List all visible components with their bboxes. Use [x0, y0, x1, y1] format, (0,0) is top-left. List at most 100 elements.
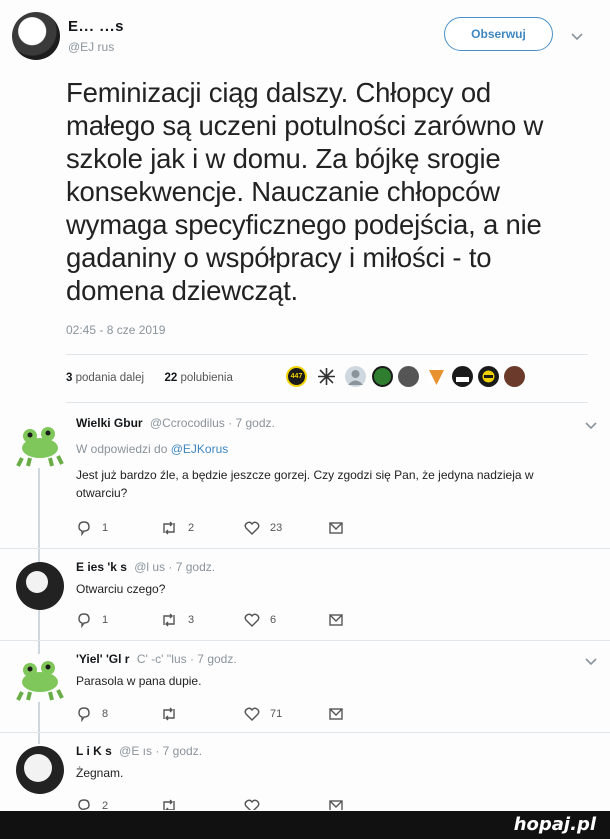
- message-icon: [328, 612, 344, 628]
- like-icon: [244, 612, 260, 628]
- reply-item[interactable]: L i K s @E ıs · 7 godz. Żegnam. 2: [0, 744, 610, 810]
- reply-item[interactable]: Wielki Gbur @Ccrocodilus · 7 godz. W odp…: [0, 416, 610, 546]
- liker-avatar[interactable]: [316, 366, 337, 387]
- bw-avatar[interactable]: [14, 560, 66, 612]
- retweet-button[interactable]: [160, 798, 178, 810]
- liker-avatars: 447: [286, 366, 586, 390]
- message-button[interactable]: [328, 520, 344, 536]
- reply-to-line: W odpowiedzi do @EJKorus: [76, 442, 228, 456]
- liker-avatar[interactable]: [452, 366, 473, 387]
- reply-item[interactable]: E ies 'k s @l us · 7 godz. Otwarciu czeg…: [0, 560, 610, 638]
- chevron-down-icon[interactable]: [584, 418, 598, 432]
- retweet-button[interactable]: [160, 706, 188, 722]
- divider: [66, 354, 588, 355]
- retweet-button[interactable]: 2: [160, 520, 194, 536]
- liker-avatar[interactable]: 447: [286, 366, 307, 387]
- liker-avatar-badge: 447: [290, 373, 303, 380]
- reply-actions: 8 71: [76, 706, 376, 724]
- like-button[interactable]: 23: [244, 520, 282, 536]
- reply-author-name[interactable]: 'Yiel' 'Gl r: [76, 652, 129, 666]
- reply-item[interactable]: 'Yiel' 'Gl r C' -c' ''lus · 7 godz. Para…: [0, 652, 610, 730]
- reply-icon: [76, 798, 92, 810]
- liker-avatar[interactable]: [372, 366, 393, 387]
- like-button[interactable]: 6: [244, 612, 276, 628]
- likes-count[interactable]: 22: [164, 372, 177, 384]
- reply-to-handle-link[interactable]: @EJKorus: [171, 442, 229, 456]
- like-icon: [244, 798, 260, 810]
- message-button[interactable]: [328, 612, 344, 628]
- divider: [0, 548, 610, 549]
- reply-meta[interactable]: C' -c' ''lus · 7 godz.: [137, 652, 237, 666]
- retweet-icon: [160, 520, 178, 536]
- reply-icon: [76, 612, 92, 628]
- divider: [0, 732, 610, 733]
- like-icon: [244, 706, 260, 722]
- reply-icon: [76, 706, 92, 722]
- retweet-icon: [160, 798, 178, 810]
- like-icon: [244, 520, 260, 536]
- watermark-logo: hopaj.pl: [513, 814, 596, 835]
- frog-avatar[interactable]: [14, 652, 66, 704]
- reply-meta[interactable]: @E ıs · 7 godz.: [119, 744, 202, 758]
- reply-author-name[interactable]: L i K s: [76, 744, 112, 758]
- message-button[interactable]: [328, 706, 344, 722]
- reply-actions: 2: [76, 798, 376, 810]
- tweet-timestamp[interactable]: 02:45 - 8 cze 2019: [66, 323, 165, 337]
- reply-count: 1: [102, 614, 109, 626]
- retweet-button[interactable]: 3: [160, 612, 194, 628]
- reply-header: Wielki Gbur @Ccrocodilus · 7 godz.: [76, 416, 275, 430]
- follow-button[interactable]: Obserwuj: [444, 17, 553, 51]
- engagement-stats: 3 podania dalej 22 polubienia: [66, 372, 233, 384]
- chevron-down-icon[interactable]: [584, 654, 598, 668]
- like-button[interactable]: 71: [244, 706, 282, 722]
- liker-avatar[interactable]: [345, 366, 366, 387]
- like-button[interactable]: [244, 798, 260, 810]
- divider: [66, 402, 588, 403]
- reply-text: Jest już bardzo źle, a będzie jeszcze go…: [76, 468, 534, 500]
- message-icon: [328, 706, 344, 722]
- reply-button[interactable]: 1: [76, 612, 108, 628]
- reply-author-name[interactable]: Wielki Gbur: [76, 416, 143, 430]
- likes-label[interactable]: polubienia: [180, 372, 232, 384]
- reply-actions: 1 2 23: [76, 520, 376, 538]
- retweet-count: 3: [188, 614, 195, 626]
- author-handle[interactable]: @EJ rus: [68, 40, 114, 54]
- reply-count: 8: [102, 708, 109, 720]
- author-avatar[interactable]: [12, 12, 60, 60]
- retweets-label[interactable]: podania dalej: [76, 372, 144, 384]
- liker-avatar[interactable]: [426, 366, 447, 387]
- chevron-down-icon[interactable]: [570, 29, 584, 43]
- liker-avatar[interactable]: [504, 366, 525, 387]
- watermark-bar: hopaj.pl: [0, 811, 610, 839]
- reply-meta[interactable]: @l us · 7 godz.: [134, 560, 215, 574]
- bw-avatar[interactable]: [14, 744, 66, 796]
- retweet-count: 2: [188, 522, 195, 534]
- reply-header: 'Yiel' 'Gl r C' -c' ''lus · 7 godz.: [76, 652, 237, 666]
- retweet-icon: [160, 612, 178, 628]
- liker-avatar[interactable]: [398, 366, 419, 387]
- frog-avatar[interactable]: [14, 418, 66, 470]
- author-name[interactable]: E... ...s: [68, 18, 125, 35]
- like-count: 23: [270, 522, 283, 534]
- retweets-count[interactable]: 3: [66, 372, 72, 384]
- reply-author-name[interactable]: E ies 'k s: [76, 560, 127, 574]
- reply-text: Żegnam.: [76, 766, 124, 780]
- reply-header: L i K s @E ıs · 7 godz.: [76, 744, 202, 758]
- like-count: 6: [270, 614, 277, 626]
- reply-count: 2: [102, 800, 109, 810]
- like-count: 71: [270, 708, 283, 720]
- liker-avatar[interactable]: [478, 366, 499, 387]
- divider: [0, 640, 610, 641]
- tweet-text: Feminizacji ciąg dalszy. Chłopcy od małe…: [66, 77, 544, 306]
- retweet-icon: [160, 706, 178, 722]
- reply-button[interactable]: 1: [76, 520, 108, 536]
- message-button[interactable]: [328, 798, 344, 810]
- reply-button[interactable]: 2: [76, 798, 108, 810]
- reply-text: Parasola w pana dupie.: [76, 674, 202, 688]
- reply-button[interactable]: 8: [76, 706, 108, 722]
- reply-meta[interactable]: @Ccrocodilus · 7 godz.: [150, 416, 275, 430]
- main-tweet-header: E... ...s @EJ rus Obserwuj: [12, 12, 598, 64]
- message-icon: [328, 798, 344, 810]
- reply-text: Otwarciu czego?: [76, 582, 166, 596]
- reply-count: 1: [102, 522, 109, 534]
